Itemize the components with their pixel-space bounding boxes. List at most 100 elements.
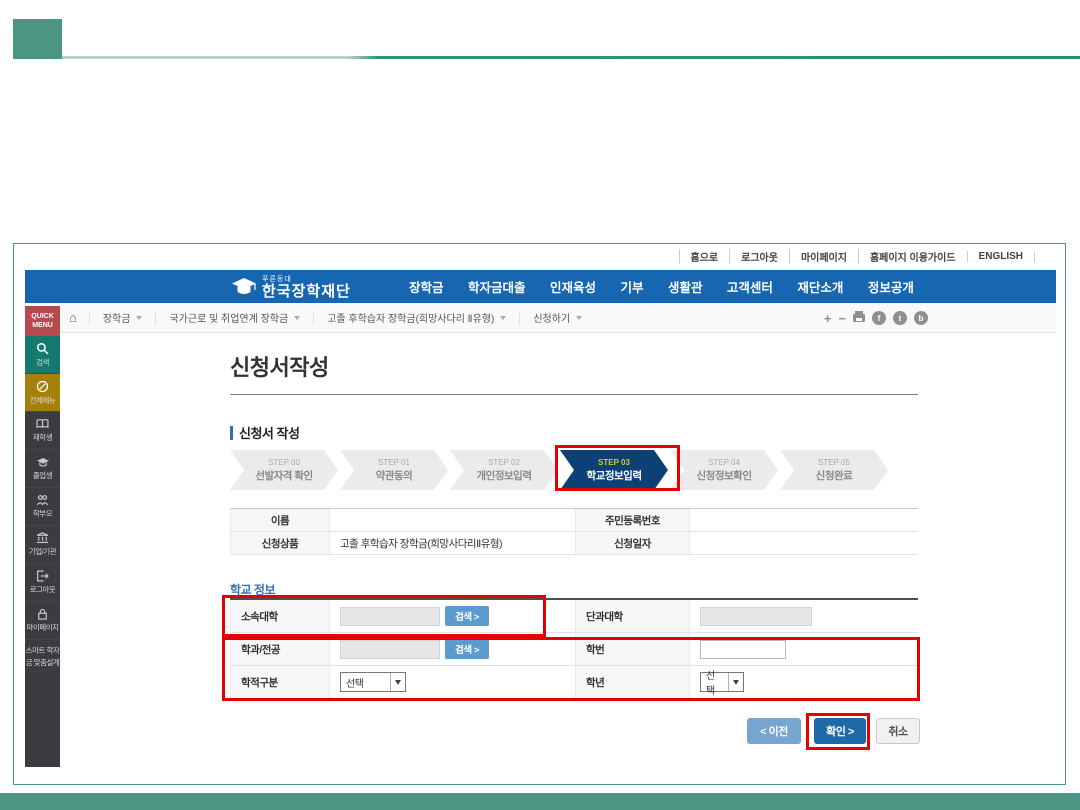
major-cell: 검색 > — [330, 633, 575, 666]
univ-search-button[interactable]: 검색 > — [445, 606, 489, 626]
step-label: 신청정보확인 — [697, 468, 752, 483]
quickmenu-label: 기업/기관 — [29, 546, 56, 557]
quick-menu-header: QUICK MENU — [25, 306, 60, 336]
confirm-button[interactable]: 확인 > — [814, 718, 866, 744]
graduation-cap-logo-icon — [231, 276, 257, 298]
step-01: STEP 01 약관동의 — [340, 450, 448, 490]
status-label: 학적구분 — [230, 666, 330, 699]
studentid-cell — [690, 633, 918, 666]
quickmenu-label: 졸업생 — [33, 470, 52, 481]
step-04: STEP 04 신청정보확인 — [670, 450, 778, 490]
link-home[interactable]: 홈으로 — [679, 249, 730, 264]
dropdown-arrow-icon — [390, 673, 405, 691]
step-label: 신청완료 — [816, 468, 853, 483]
breadcrumb-label: 고졸 후학습자 장학금(희망사다리 Ⅱ유형) — [327, 310, 494, 325]
status-select-value: 선택 — [341, 675, 390, 690]
grade-select-value: 선택 — [701, 667, 728, 697]
quickmenu-label: 학부모 — [33, 508, 52, 519]
univ-label: 소속대학 — [230, 600, 330, 633]
section-heading-label: 신청서 작성 — [239, 423, 299, 442]
step-05: STEP 05 신청완료 — [780, 450, 888, 490]
link-guide[interactable]: 홈페이지 이용가이드 — [858, 249, 967, 264]
quickmenu-item-mypage[interactable]: 마이페이지 — [25, 602, 60, 640]
quickmenu-item-corporate[interactable]: 기업/기관 — [25, 526, 60, 564]
section-heading-bar — [230, 426, 233, 440]
nav-donation[interactable]: 기부 — [620, 277, 643, 296]
info-rrn-value — [690, 509, 918, 532]
twitter-icon[interactable]: t — [893, 311, 907, 325]
blog-icon[interactable]: b — [914, 311, 928, 325]
step-label: 선발자격 확인 — [255, 468, 312, 483]
quickmenu-label: 로그아웃 — [30, 584, 56, 595]
breadcrumb-product[interactable]: 고졸 후학습자 장학금(희망사다리 Ⅱ유형) — [313, 311, 519, 325]
status-cell: 선택 — [330, 666, 575, 699]
quickmenu-item-logout[interactable]: 로그아웃 — [25, 564, 60, 602]
step-number: STEP 00 — [268, 458, 300, 467]
step-03-active: STEP 03 학교정보입력 — [560, 450, 668, 490]
info-name-label: 이름 — [230, 509, 330, 532]
info-date-label: 신청일자 — [575, 532, 690, 555]
step-progress: STEP 00 선발자격 확인 STEP 01 약관동의 STEP 02 개인정… — [230, 450, 906, 490]
quickmenu-label: 전체메뉴 — [30, 395, 56, 406]
breadcrumb-apply[interactable]: 신청하기 — [519, 311, 595, 325]
zoom-in-icon[interactable]: + — [824, 312, 832, 325]
print-icon[interactable] — [853, 314, 865, 322]
slide-footer-bar — [0, 793, 1080, 810]
slide-accent-square — [13, 19, 62, 59]
logo[interactable]: 푸른등대 한국장학재단 — [231, 274, 351, 299]
nav-talent[interactable]: 인재육성 — [550, 277, 596, 296]
applicant-info-table: 이름 주민등록번호 신청상품 고졸 후학습자 장학금(희망사다리Ⅱ유형) 신청일… — [230, 508, 918, 555]
quickmenu-label: 재학생 — [33, 432, 52, 443]
quickmenu-item-enrolled[interactable]: 재학생 — [25, 412, 60, 450]
nav-dormitory[interactable]: 생활관 — [668, 277, 703, 296]
major-search-button[interactable]: 검색 > — [445, 639, 489, 659]
step-number: STEP 05 — [818, 458, 850, 467]
home-icon[interactable]: ⌂ — [60, 310, 89, 325]
studentid-input[interactable] — [700, 640, 786, 659]
prev-button[interactable]: < 이전 — [747, 718, 801, 744]
breadcrumb-category[interactable]: 국가근로 및 취업연계 장학금 — [155, 311, 313, 325]
nav-customer-center[interactable]: 고객센터 — [727, 277, 773, 296]
lock-icon — [36, 608, 49, 620]
quickmenu-item-graduate[interactable]: 졸업생 — [25, 450, 60, 488]
slide-divider-line — [62, 56, 1080, 59]
quick-menu-sidebar: QUICK MENU 검색 전체메뉴 재학생 졸업생 학부모 — [25, 306, 60, 767]
breadcrumb-scholarship[interactable]: 장학금 — [89, 311, 156, 325]
link-mypage[interactable]: 마이페이지 — [789, 249, 858, 264]
quickmenu-item-all-menu[interactable]: 전체메뉴 — [25, 374, 60, 412]
nav-about[interactable]: 재단소개 — [797, 277, 843, 296]
college-label: 단과대학 — [575, 600, 690, 633]
grade-label: 학년 — [575, 666, 690, 699]
major-label: 학과/전공 — [230, 633, 330, 666]
page-title: 신청서작성 — [230, 350, 329, 382]
info-product-value: 고졸 후학습자 장학금(희망사다리Ⅱ유형) — [330, 532, 575, 555]
info-date-value — [690, 532, 918, 555]
link-logout[interactable]: 로그아웃 — [729, 249, 789, 264]
compass-icon — [36, 380, 49, 393]
nav-scholarship[interactable]: 장학금 — [409, 277, 444, 296]
step-label: 개인정보입력 — [477, 468, 532, 483]
section-heading: 신청서 작성 — [230, 423, 299, 442]
college-cell — [690, 600, 918, 633]
quickmenu-item-parents[interactable]: 학부모 — [25, 488, 60, 526]
breadcrumb-label: 장학금 — [103, 310, 131, 325]
link-english[interactable]: ENGLISH — [967, 251, 1035, 262]
step-number: STEP 02 — [488, 458, 520, 467]
breadcrumb-bar: ⌂ 장학금 국가근로 및 취업연계 장학금 고졸 후학습자 장학금(희망사다리 … — [60, 303, 1056, 333]
step-number: STEP 03 — [598, 458, 630, 467]
people-icon — [36, 494, 49, 506]
info-name-value — [330, 509, 575, 532]
zoom-out-icon[interactable]: − — [838, 312, 846, 325]
cancel-button[interactable]: 취소 — [876, 718, 920, 744]
univ-cell: 검색 > — [330, 600, 575, 633]
status-select[interactable]: 선택 — [340, 672, 406, 692]
chevron-down-icon — [500, 316, 506, 320]
quickmenu-label: 마이페이지 — [27, 622, 59, 633]
quickmenu-smart-plan-link[interactable]: 스마트 학자금 맞춤설계 — [25, 640, 60, 669]
school-info-title: 학교 정보 — [230, 581, 275, 598]
nav-loans[interactable]: 학자금대출 — [468, 277, 526, 296]
nav-disclosure[interactable]: 정보공개 — [868, 277, 914, 296]
facebook-icon[interactable]: f — [872, 311, 886, 325]
quickmenu-item-search[interactable]: 검색 — [25, 336, 60, 374]
grade-select[interactable]: 선택 — [700, 672, 744, 692]
